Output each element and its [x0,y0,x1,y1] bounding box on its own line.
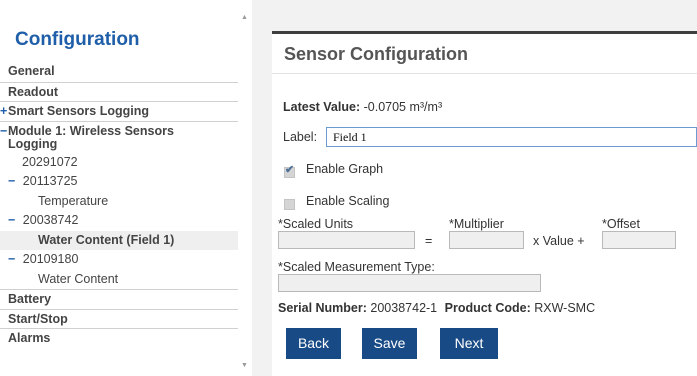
latest-value: -0.0705 m³/m³ [363,100,443,114]
sidebar-item-sensor-20109180[interactable]: − 20109180 [0,250,238,270]
latest-value-row: Latest Value: -0.0705 m³/m³ [283,100,442,114]
sidebar-item-label: Water Content [38,271,119,286]
sidebar-item-sensor-20113725[interactable]: − 20113725 [0,172,238,192]
scaled-units-input[interactable] [278,231,415,249]
sidebar-item-module-1[interactable]: − Module 1: Wireless Sensors Logging [0,120,238,153]
sidebar-item-battery[interactable]: Battery [0,289,238,309]
back-button[interactable]: Back [286,328,341,359]
sidebar-item-alarms[interactable]: Alarms [0,328,238,348]
sidebar-item-label: 20291072 [22,154,78,169]
product-code: RXW-SMC [534,301,596,315]
enable-scaling-checkbox[interactable] [284,199,295,210]
sidebar-nav: General Readout + Smart Sensors Logging … [0,62,238,348]
sidebar-item-smart-sensors-logging[interactable]: + Smart Sensors Logging [0,101,238,121]
product-code-label: Product Code: [444,301,531,315]
serial-number: 20038742-1 [370,301,438,315]
sidebar-item-label: Smart Sensors Logging [8,104,149,118]
checkmark-icon: ✔ [285,164,295,176]
sidebar-item-label: 20109180 [22,252,79,266]
serial-number-label: Serial Number: [278,301,367,315]
multiplier-input[interactable] [449,231,524,249]
sidebar-item-label: General [8,64,55,78]
sidebar-item-label: Alarms [8,331,51,345]
sidebar-item-label: 20038742 [22,213,79,227]
expand-icon[interactable]: + [0,102,7,122]
sidebar-title: Configuration [15,29,140,50]
device-info-row: Serial Number: 20038742-1 Product Code: … [278,301,595,315]
collapse-icon[interactable]: − [0,124,7,138]
enable-graph-label: Enable Graph [306,162,384,176]
multiplier-label: *Multiplier [449,217,504,231]
scaled-measurement-type-input[interactable] [278,274,541,292]
next-button[interactable]: Next [440,328,498,359]
sidebar-item-temperature[interactable]: Temperature [0,192,238,212]
main-content: Sensor Configuration Latest Value: -0.07… [252,0,697,376]
save-button[interactable]: Save [362,328,417,359]
sidebar-item-label-continued: Logging [8,136,58,151]
collapse-icon[interactable]: − [8,174,15,188]
label-input[interactable]: Field 1 [326,127,697,147]
x-value-plus-text: x Value + [533,234,585,248]
sidebar-item-sensor-20038742[interactable]: − 20038742 [0,211,238,231]
scaled-measurement-type-label: *Scaled Measurement Type: [278,260,435,274]
equals-sign: = [425,234,433,248]
sidebar-item-start-stop[interactable]: Start/Stop [0,308,238,329]
sidebar-item-water-content[interactable]: Water Content [0,270,238,290]
offset-input[interactable] [602,231,676,249]
panel-heading: Sensor Configuration [272,34,697,74]
sidebar-item-label: Start/Stop [8,311,68,326]
sidebar-item-water-content-field-1[interactable]: Water Content (Field 1) [0,230,238,250]
label-field-label: Label: [283,130,318,144]
enable-graph-checkbox[interactable]: ✔ [284,164,295,178]
sensor-configuration-panel: Sensor Configuration Latest Value: -0.07… [272,31,697,376]
sidebar-item-label: Battery [8,292,52,306]
sidebar-item-label: Water Content (Field 1) [38,232,175,247]
sidebar-scrollbar[interactable]: ▲ ▼ [238,0,250,376]
enable-scaling-label: Enable Scaling [306,194,390,208]
sidebar-item-label: Temperature [38,193,109,208]
sidebar-item-label: Module 1: Wireless Sensors [8,123,174,138]
latest-value-label: Latest Value: [283,100,361,114]
collapse-icon[interactable]: − [8,252,15,266]
sidebar-item-general[interactable]: General [0,62,238,82]
scaled-units-label: *Scaled Units [278,217,354,231]
sidebar-item-sensor-20291072[interactable]: 20291072 [0,153,238,173]
scroll-up-icon[interactable]: ▲ [241,14,248,21]
sidebar-item-label: Readout [8,84,58,99]
sidebar-item-label: 20113725 [22,174,78,188]
sidebar-item-readout[interactable]: Readout [0,81,238,102]
configuration-sidebar: Configuration General Readout + Smart Se… [0,0,238,376]
collapse-icon[interactable]: − [8,213,15,227]
scroll-down-icon[interactable]: ▼ [241,362,248,369]
offset-label: *Offset [602,217,640,231]
